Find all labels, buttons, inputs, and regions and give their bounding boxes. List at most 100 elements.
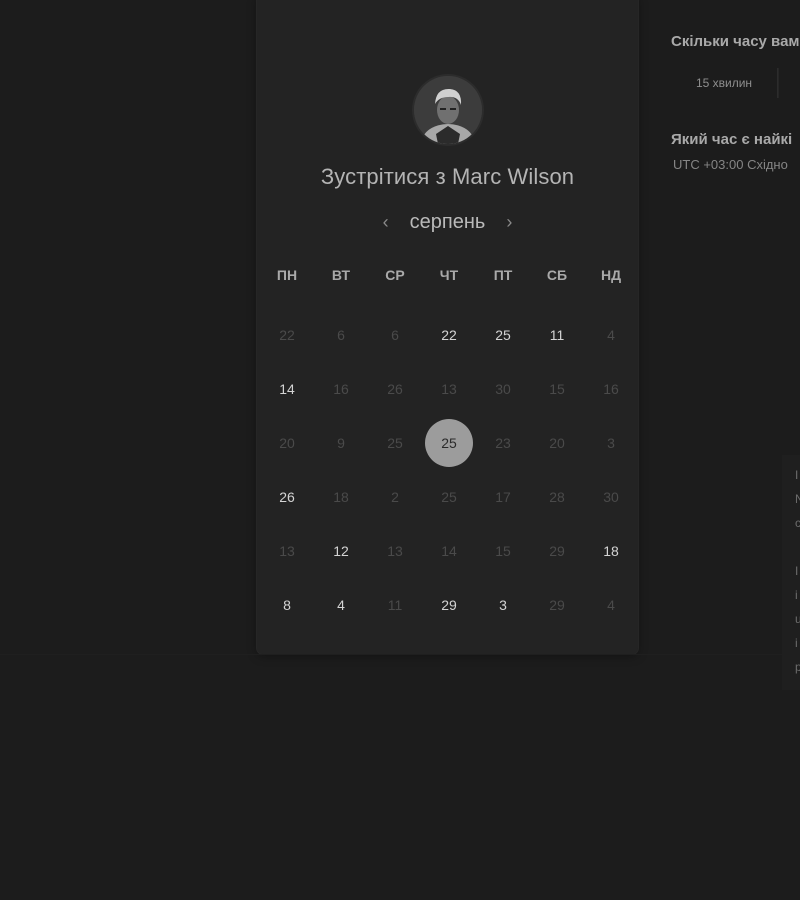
calendar-day-number: 28 — [549, 489, 565, 505]
calendar-day-number: 6 — [391, 327, 399, 343]
calendar-day: 25 — [368, 416, 422, 470]
calendar-day-number: 17 — [495, 489, 511, 505]
calendar-day: 25 — [422, 470, 476, 524]
weekday-label: ВТ — [331, 267, 351, 283]
calendar-day: 15 — [476, 524, 530, 578]
calendar-day-number: 13 — [441, 381, 457, 397]
calendar-day-number: 11 — [549, 327, 565, 343]
calendar-day-number: 30 — [603, 489, 619, 505]
calendar-day-number: 4 — [607, 597, 615, 613]
calendar-day-number: 13 — [279, 543, 295, 559]
calendar-day: 3 — [584, 416, 638, 470]
calendar-day: 29 — [530, 524, 584, 578]
calendar-day: 18 — [314, 470, 368, 524]
calendar-day-number: 30 — [495, 381, 511, 397]
weekday-label: ПТ — [493, 267, 513, 283]
side-text-fragment: I — [795, 564, 799, 578]
calendar-day: 15 — [530, 362, 584, 416]
calendar-day[interactable]: 12 — [314, 524, 368, 578]
calendar-day-number: 29 — [549, 597, 565, 613]
calendar-day-number: 13 — [387, 543, 403, 559]
calendar-day-number: 22 — [279, 327, 295, 343]
calendar-day-number: 3 — [607, 435, 615, 451]
calendar-day[interactable]: 8 — [260, 578, 314, 632]
calendar-day-number: 4 — [607, 327, 615, 343]
calendar-day[interactable]: 11 — [530, 308, 584, 362]
side-text-fragment: I — [795, 468, 799, 482]
host-avatar — [414, 76, 482, 144]
calendar-day-number: 15 — [495, 543, 511, 559]
duration-option-button[interactable]: 15 хвилин — [671, 68, 778, 98]
calendar-day-number: 14 — [441, 543, 457, 559]
calendar-day-number: 11 — [387, 597, 403, 613]
calendar-day: 28 — [530, 470, 584, 524]
duration-option-next[interactable] — [778, 68, 800, 98]
month-navigation: ‹ серпень › — [257, 208, 638, 236]
calendar-day-number: 29 — [549, 543, 565, 559]
side-text-fragment: i — [795, 636, 798, 650]
calendar-day-number: 26 — [279, 489, 295, 505]
side-text-fragment: u — [795, 612, 800, 626]
meeting-title: Зустрітися з Marc Wilson — [320, 164, 575, 189]
side-text-fragment: N — [795, 492, 800, 506]
calendar-day: 22 — [260, 308, 314, 362]
booking-page: Зустрітися з Marc Wilson ‹ серпень › ПН … — [0, 0, 800, 900]
calendar-day: 17 — [476, 470, 530, 524]
calendar-day: 16 — [314, 362, 368, 416]
calendar-day-number: 16 — [333, 381, 349, 397]
calendar-day: 4 — [584, 578, 638, 632]
calendar-day-number: 29 — [441, 597, 457, 613]
calendar-day-number: 2 — [391, 489, 399, 505]
side-text-fragment: c — [795, 516, 800, 530]
calendar-day: 23 — [476, 416, 530, 470]
calendar-day: 13 — [368, 524, 422, 578]
calendar-day-number: 26 — [387, 381, 403, 397]
calendar-day-number: 3 — [499, 597, 507, 613]
calendar-day: 13 — [260, 524, 314, 578]
calendar-day[interactable]: 18 — [584, 524, 638, 578]
calendar-day: 30 — [584, 470, 638, 524]
calendar-day[interactable]: 14 — [260, 362, 314, 416]
calendar-day[interactable]: 4 — [314, 578, 368, 632]
calendar-day: 20 — [530, 416, 584, 470]
calendar-day-number: 25 — [387, 435, 403, 451]
calendar-day[interactable]: 25 — [476, 308, 530, 362]
calendar-day-number: 20 — [549, 435, 565, 451]
page-divider — [0, 654, 800, 655]
calendar-day[interactable]: 22 — [422, 308, 476, 362]
side-text-fragment: p — [795, 660, 800, 674]
timezone-selector[interactable]: UTC +03:00 Східно — [673, 157, 788, 172]
chevron-left-icon[interactable]: ‹ — [376, 210, 396, 234]
calendar-day-number: 8 — [283, 597, 291, 613]
calendar-day-number: 12 — [333, 543, 349, 559]
calendar-day: 16 — [584, 362, 638, 416]
calendar-day-number: 14 — [279, 381, 295, 397]
calendar-day: 2 — [368, 470, 422, 524]
calendar-day: 13 — [422, 362, 476, 416]
calendar-day-number: 18 — [603, 543, 619, 559]
calendar-day[interactable]: 29 — [422, 578, 476, 632]
calendar-day: 29 — [530, 578, 584, 632]
calendar-day-number: 20 — [279, 435, 295, 451]
chevron-right-icon[interactable]: › — [499, 210, 519, 234]
weekday-header: ПН ВТ СР ЧТ ПТ СБ НД — [260, 267, 638, 283]
time-question: Який час є найкі — [671, 131, 793, 148]
calendar-day[interactable]: 26 — [260, 470, 314, 524]
month-label: серпень — [409, 210, 486, 233]
side-text-fragment: i — [795, 588, 798, 602]
calendar-day-number: 16 — [603, 381, 619, 397]
days-grid: 22 6 6 22 25 11 4 14 16 26 13 30 15 16 20 9 25 25 23 20 3 26 1… — [260, 308, 638, 632]
calendar-day-number: 25 — [495, 327, 511, 343]
calendar-day: 6 — [368, 308, 422, 362]
calendar-day-number: 4 — [337, 597, 345, 613]
calendar-day-number: 18 — [333, 489, 349, 505]
weekday-label: СР — [385, 267, 405, 283]
weekday-label: НД — [600, 267, 622, 283]
calendar-day: 30 — [476, 362, 530, 416]
calendar-day-number: 6 — [337, 327, 345, 343]
calendar-day-selected[interactable]: 25 — [422, 416, 476, 470]
calendar-day[interactable]: 3 — [476, 578, 530, 632]
calendar-day: 4 — [584, 308, 638, 362]
calendar-day-number: 23 — [495, 435, 511, 451]
weekday-label: ПН — [276, 267, 298, 283]
